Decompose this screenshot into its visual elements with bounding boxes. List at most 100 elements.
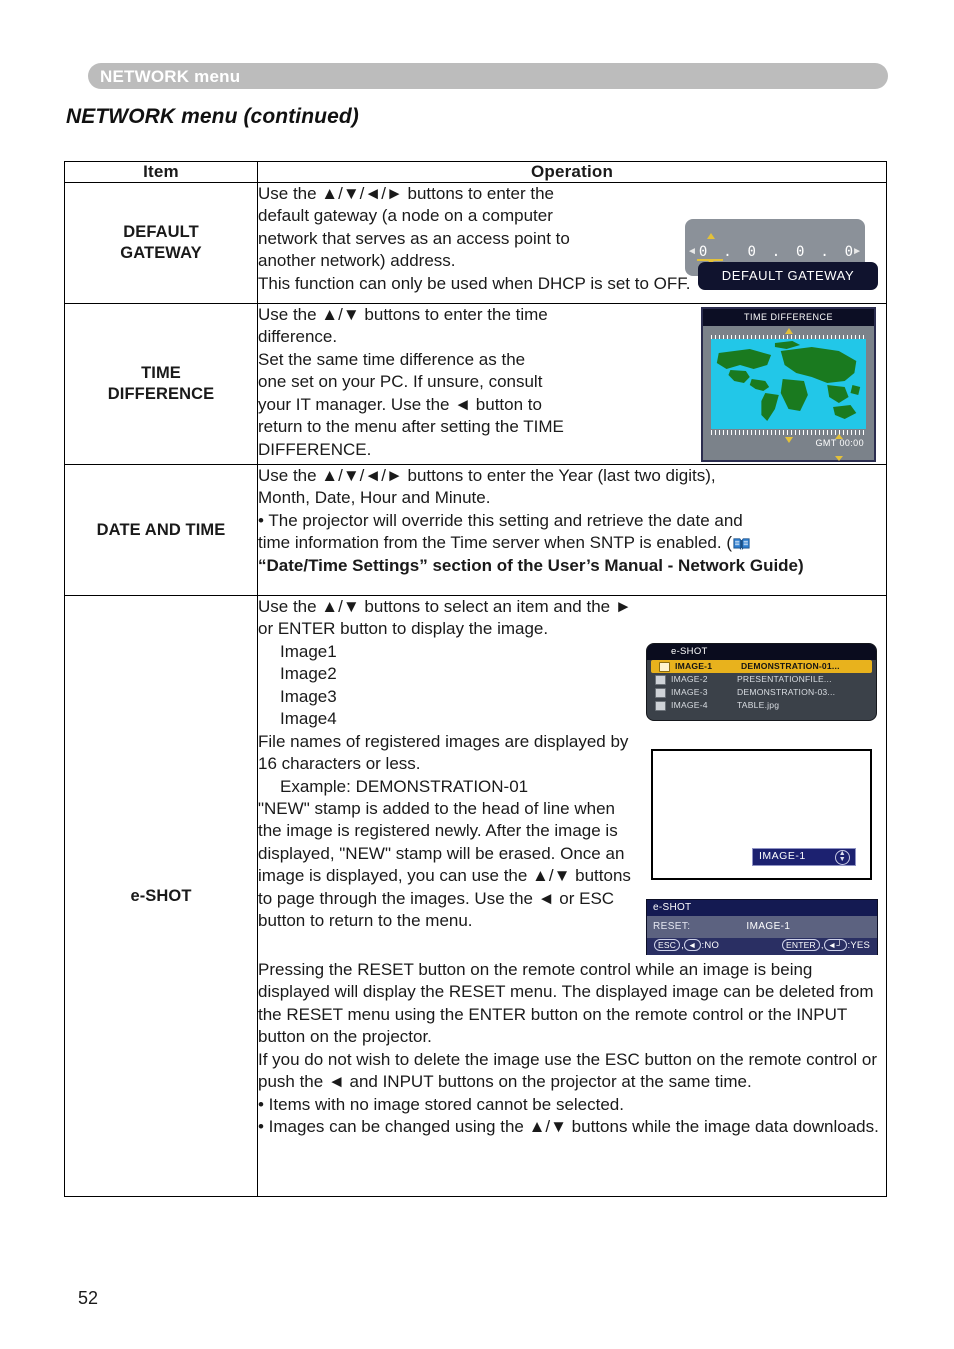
- caret-up-icon: [707, 233, 715, 239]
- up-down-arrows-icon: ▲ ▼: [835, 849, 850, 865]
- world-map-icon: [711, 339, 866, 429]
- operation-paragraph: • Images can be changed using the ▲/▼ bu…: [258, 1117, 879, 1137]
- operation-line: Use the ▲/▼/◄/► buttons to enter the: [258, 184, 554, 203]
- table-row-time-difference: TIME DIFFERENCE Use the ▲/▼ buttons to e…: [64, 303, 887, 465]
- operation-paragraph: Pressing the RESET button on the remote …: [258, 960, 874, 1047]
- image-item: Image2: [280, 664, 337, 684]
- left-arrow-key-icon: ◄: [683, 939, 701, 952]
- osd-reset-value: IMAGE-1: [746, 921, 791, 933]
- osd-time-difference: TIME DIFFERENCE GMT 00:00: [701, 307, 876, 462]
- list-item[interactable]: IMAGE-3 DEMONSTRATION-03...: [647, 686, 876, 699]
- osd-default-gateway: ◄ ► 0 . 0 . 0 . 0 DEFAULT GATEWAY: [685, 219, 878, 297]
- list-item-file: TABLE.jpg: [737, 699, 780, 710]
- operation-line: Month, Date, Hour and Minute.: [258, 488, 491, 508]
- gateway-dot: .: [820, 244, 829, 260]
- network-menu-table: Item Operation DEFAULT GATEWAY Use the ▲…: [64, 161, 887, 1197]
- item-label-default-gateway: DEFAULT GATEWAY: [64, 182, 258, 304]
- list-item-name: IMAGE-1: [675, 660, 713, 671]
- osd-reset-yes-text: :YES: [847, 940, 870, 952]
- list-item[interactable]: IMAGE-2 PRESENTATIONFILE...: [647, 673, 876, 686]
- item-label-date-and-time: DATE AND TIME: [64, 464, 258, 596]
- table-header-row: Item Operation: [64, 161, 887, 183]
- caret-up-icon: [784, 328, 793, 334]
- operation-line: Use the ▲/▼/◄/► buttons to enter the Yea…: [258, 466, 716, 485]
- osd-gateway-title: DEFAULT GATEWAY: [698, 262, 878, 290]
- example-line: Example: DEMONSTRATION-01: [280, 776, 529, 796]
- osd-reset-holder: e-SHOT RESET: IMAGE-1 ESC, ◄:NO ENTER, ◄┘:…: [646, 899, 886, 959]
- osd-list-holder: e-SHOT IMAGE-1 DEMONSTRATION-01... IMAGE…: [646, 643, 886, 731]
- running-header-label: NETWORK menu: [100, 67, 241, 86]
- item-label-line2: GATEWAY: [120, 244, 202, 262]
- list-item[interactable]: IMAGE-4 TABLE.jpg: [647, 699, 876, 712]
- operation-line: time information from the Time server wh…: [258, 533, 732, 553]
- e-shot-text-bottom: Pressing the RESET button on the remote …: [258, 959, 886, 1139]
- world-map-image: [711, 339, 866, 429]
- item-label-line1: DEFAULT: [123, 223, 199, 242]
- osd-reset-no-text: :NO: [701, 940, 720, 952]
- osd-reset-yes-hint[interactable]: ENTER, ◄┘:YES: [782, 939, 870, 953]
- operation-paragraph: "NEW" stamp is added to the head of line…: [258, 798, 631, 931]
- operation-line-with-icon: time information from the Time server wh…: [258, 532, 886, 554]
- page-number: 52: [78, 1288, 99, 1308]
- list-item-name: IMAGE-2: [671, 673, 708, 684]
- image-item: Image1: [280, 641, 337, 661]
- list-item-file: DEMONSTRATION-01...: [741, 660, 840, 671]
- gateway-octet: 0: [844, 244, 854, 260]
- osd-reset-label: RESET:: [653, 921, 691, 933]
- list-item[interactable]: IMAGE-1 DEMONSTRATION-01...: [651, 660, 872, 673]
- operation-paragraph: • Items with no image stored cannot be s…: [258, 1094, 624, 1114]
- table-row-default-gateway: DEFAULT GATEWAY Use the ▲/▼/◄/► buttons …: [64, 182, 887, 304]
- gateway-octet: 0: [698, 244, 708, 260]
- operation-cell-e-shot: e-SHOT IMAGE-1 DEMONSTRATION-01... IMAGE…: [257, 595, 887, 1197]
- osd-reset-title: e-SHOT: [647, 900, 877, 916]
- list-item-name: IMAGE-3: [671, 686, 708, 697]
- operation-paragraph: If you do not wish to delete the image u…: [258, 1049, 877, 1092]
- list-item-file: DEMONSTRATION-03...: [737, 686, 836, 697]
- esc-key-icon: ESC: [654, 939, 681, 952]
- item-label-time-difference: TIME DIFFERENCE: [64, 303, 258, 465]
- operation-paragraph: File names of registered images are disp…: [258, 731, 629, 774]
- column-header-item: Item: [64, 161, 258, 183]
- operation-bold-reference: “Date/Time Settings” section of the User…: [258, 555, 804, 575]
- osd-gateway-digits: 0 . 0 . 0 . 0: [691, 243, 861, 261]
- gmt-caret-down-icon: [835, 456, 843, 461]
- image-item: Image3: [280, 686, 337, 706]
- osd-displayed-image: IMAGE-1 ▲ ▼: [651, 749, 872, 880]
- osd-image-badge: IMAGE-1 ▲ ▼: [752, 848, 856, 866]
- caret-down-icon: [784, 437, 793, 443]
- item-label-e-shot: e-SHOT: [64, 595, 258, 1197]
- enter-key-icon: ENTER: [782, 939, 820, 952]
- operation-cell-date-and-time: Use the ▲/▼/◄/► buttons to enter the Yea…: [257, 464, 887, 596]
- operation-line: • The projector will override this setti…: [258, 510, 743, 530]
- osd-e-shot-reset: e-SHOT RESET: IMAGE-1 ESC, ◄:NO ENTER, ◄┘:…: [646, 899, 878, 955]
- osd-list-title: e-SHOT: [647, 644, 876, 660]
- operation-paragraph: Use the ▲/▼ buttons to select an item an…: [258, 597, 632, 639]
- page-title: NETWORK menu (continued): [66, 105, 359, 128]
- image-file-icon: [655, 700, 666, 711]
- table-row-date-and-time: DATE AND TIME Use the ▲/▼/◄/► buttons to…: [64, 464, 887, 596]
- osd-time-difference-title: TIME DIFFERENCE: [703, 309, 874, 326]
- osd-gmt-value: GMT 00:00: [815, 438, 864, 449]
- osd-reset-footer: ESC, ◄:NO ENTER, ◄┘:YES: [647, 938, 877, 955]
- e-shot-text-top: Use the ▲/▼ buttons to select an item an…: [258, 596, 633, 933]
- osd-reset-no-hint[interactable]: ESC, ◄:NO: [654, 939, 720, 953]
- list-item-name: IMAGE-4: [671, 699, 708, 710]
- book-icon: [733, 534, 750, 551]
- gateway-octet: 0: [796, 244, 805, 260]
- e-shot-osd-column: e-SHOT IMAGE-1 DEMONSTRATION-01... IMAGE…: [646, 596, 886, 959]
- column-header-operation: Operation: [257, 161, 887, 183]
- image-file-icon: [655, 674, 666, 685]
- image-item: Image4: [280, 709, 337, 729]
- osd-image-badge-label: IMAGE-1: [759, 850, 806, 863]
- list-item-file: PRESENTATIONFILE...: [737, 673, 832, 684]
- enter-arrow-key-icon: ◄┘: [823, 939, 847, 952]
- osd-e-shot-list: e-SHOT IMAGE-1 DEMONSTRATION-01... IMAGE…: [646, 643, 877, 721]
- osd-reset-row: RESET: IMAGE-1: [647, 916, 877, 938]
- image-file-icon: [655, 687, 666, 698]
- osd-image-holder: IMAGE-1 ▲ ▼: [646, 749, 886, 889]
- operation-cell-time-difference: Use the ▲/▼ buttons to enter the time di…: [257, 303, 887, 465]
- item-label-line2: DIFFERENCE: [107, 385, 215, 403]
- gateway-dot: .: [723, 244, 732, 260]
- gateway-dot: .: [771, 244, 781, 260]
- gateway-octet: 0: [747, 244, 756, 260]
